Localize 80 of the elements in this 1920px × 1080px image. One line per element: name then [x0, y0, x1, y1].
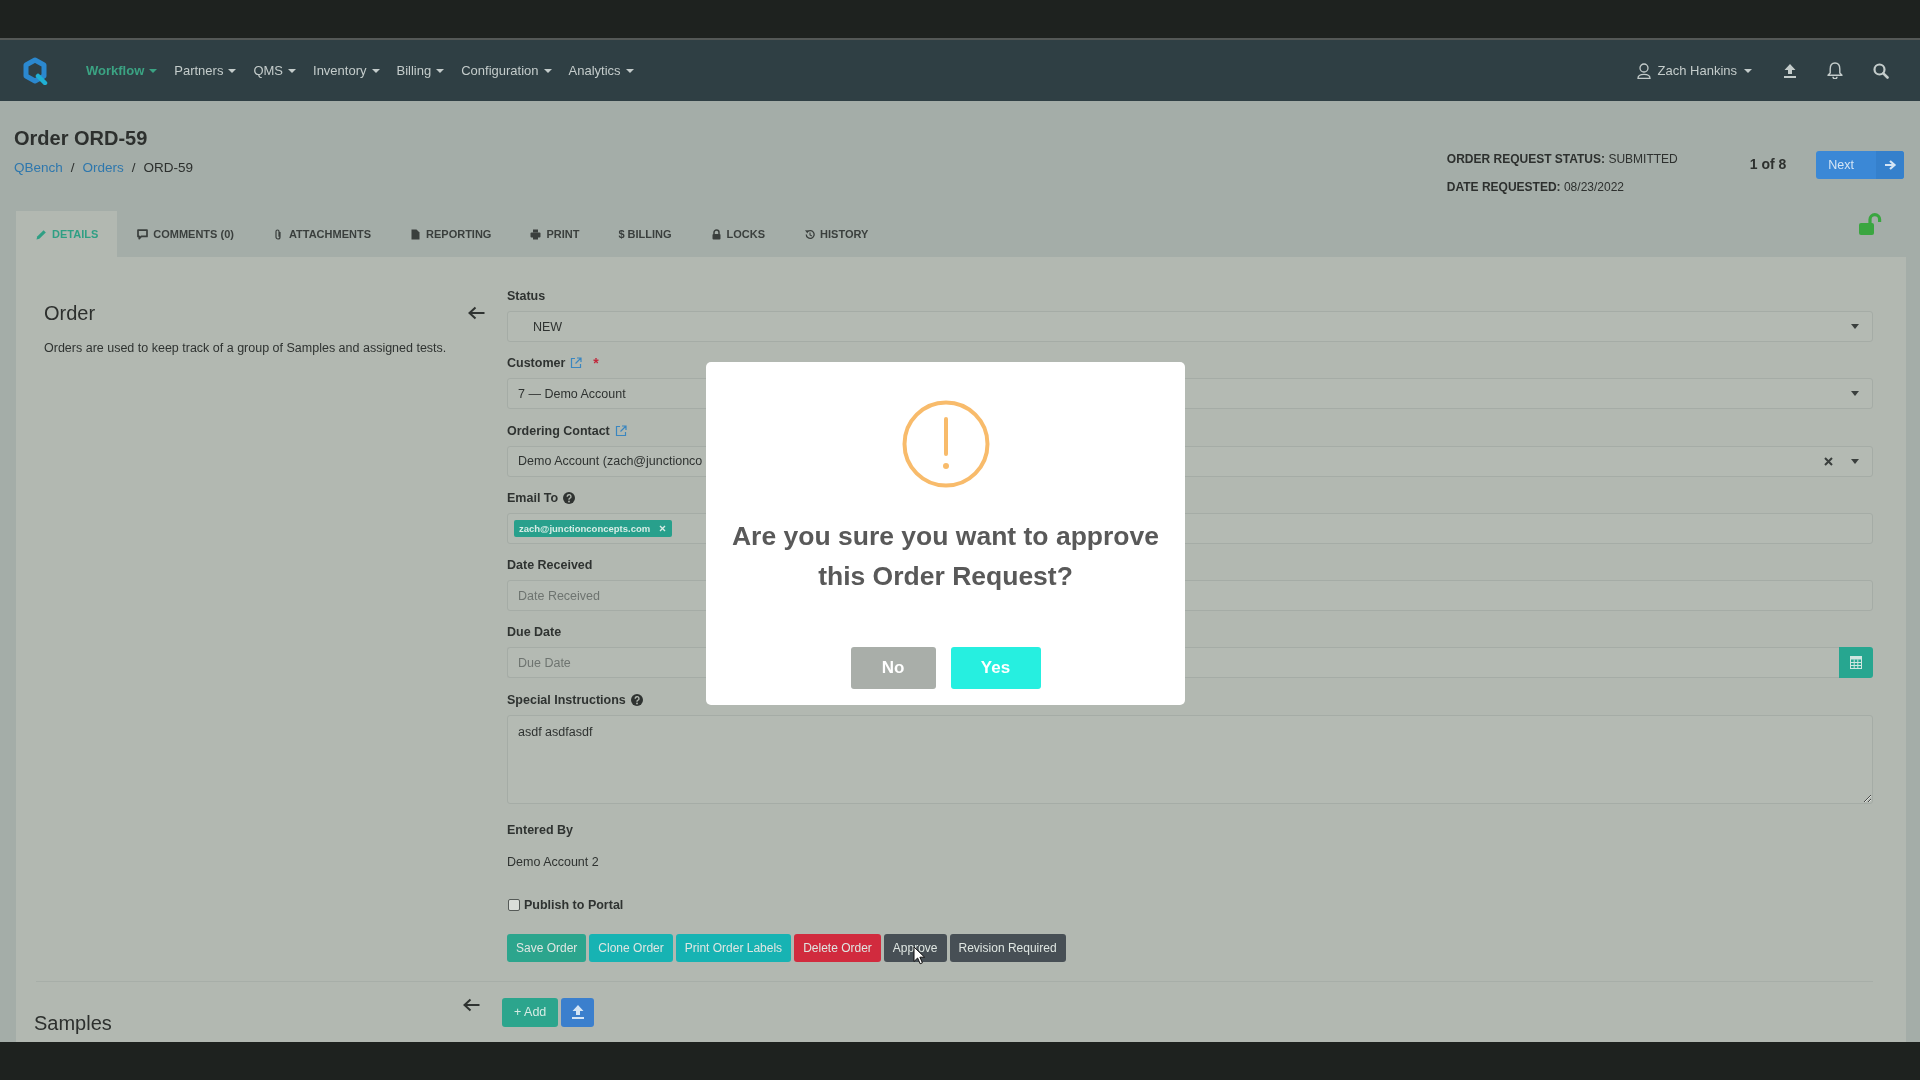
field-label: Customer: [507, 356, 566, 371]
tab[interactable]: LOCKS: [690, 211, 785, 257]
caret-icon: [1851, 324, 1859, 329]
printer-icon: [530, 228, 542, 240]
section-heading: Samples: [34, 1010, 112, 1036]
file-icon: [410, 228, 421, 240]
section-description: Orders are used to keep track of a group of Samples and assigned tests.: [44, 340, 448, 357]
tab[interactable]: ATTACHMENTS: [252, 211, 390, 257]
tab[interactable]: $ BILLING: [598, 211, 691, 257]
save-order-button[interactable]: Save Order: [507, 933, 587, 962]
field-label: Status: [507, 289, 546, 303]
nav-menu-item[interactable]: QMS: [253, 63, 297, 78]
search-icon[interactable]: [1873, 62, 1889, 79]
breadcrumb-separator: /: [131, 159, 136, 177]
breadcrumb-current: ORD-59: [143, 159, 194, 177]
arrow-left-icon[interactable]: [462, 997, 482, 1012]
field-label: Due Date: [507, 625, 562, 640]
user-menu[interactable]: Zach Hankins: [1636, 62, 1752, 79]
pencil-icon: [36, 228, 47, 240]
approve-button[interactable]: Approve: [883, 933, 947, 962]
nav-menu-item[interactable]: Workflow: [86, 63, 158, 78]
app-logo-icon[interactable]: [22, 56, 48, 85]
help-icon[interactable]: [630, 693, 643, 706]
bell-icon[interactable]: [1827, 62, 1843, 79]
field-label: Special Instructions: [507, 692, 626, 707]
caret-icon: [1744, 68, 1752, 73]
delete-order-button[interactable]: Delete Order: [794, 933, 881, 962]
nav-menu-item[interactable]: Inventory: [313, 63, 380, 78]
paperclip-icon: [272, 228, 284, 240]
select-field[interactable]: NEW: [507, 311, 1873, 342]
caret-icon: [288, 68, 297, 73]
caret-icon: [371, 68, 380, 73]
pager-count: 1 of 8: [1749, 155, 1787, 174]
field-label: Date Received: [507, 558, 593, 573]
calendar-icon: [1849, 656, 1862, 670]
nav-menu-item[interactable]: Configuration: [461, 63, 552, 78]
caret-icon: [436, 68, 445, 73]
tab[interactable]: COMMENTS (0): [117, 211, 253, 257]
tab[interactable]: HISTORY: [784, 211, 888, 257]
checkbox[interactable]: [508, 898, 520, 911]
warning-icon: [901, 400, 990, 488]
upload-icon: [571, 1005, 584, 1020]
entered-by-value: Demo Account 2: [507, 853, 599, 871]
caret-icon: [228, 68, 237, 73]
page-title: Order ORD-59: [14, 126, 149, 150]
help-icon[interactable]: [563, 491, 576, 504]
next-button[interactable]: Next: [1816, 151, 1904, 179]
field-label: Entered By: [507, 822, 573, 837]
caret-icon: [149, 68, 158, 73]
upload-button[interactable]: [561, 997, 595, 1027]
clear-icon[interactable]: [1824, 456, 1833, 466]
breadcrumb-separator: /: [70, 159, 75, 177]
tag-text: zach@junctionconcepts.com: [519, 522, 651, 534]
caret-icon: [1851, 391, 1859, 397]
revision-required-button[interactable]: Revision Required: [949, 933, 1066, 962]
field-label: Ordering Contact: [507, 423, 610, 438]
tab[interactable]: REPORTING: [390, 211, 511, 257]
history-icon: [804, 228, 816, 240]
tab[interactable]: PRINT: [510, 211, 599, 257]
arrow-left-icon[interactable]: [467, 306, 487, 320]
request-status-text: ORDER REQUEST STATUS: SUBMITTED: [1446, 151, 1678, 168]
add-button[interactable]: + Add: [502, 997, 559, 1027]
comment-icon: [137, 228, 149, 240]
remove-icon[interactable]: [659, 524, 667, 532]
caret-icon: [625, 68, 634, 73]
instructions-textarea[interactable]: asdf asdfasdf: [507, 714, 1873, 804]
caret-icon: [1851, 458, 1859, 464]
user-icon: [1636, 62, 1651, 79]
field-label: Email To: [507, 490, 559, 505]
required-mark: *: [593, 355, 599, 372]
upload-icon[interactable]: [1784, 63, 1796, 78]
nav-menu-item[interactable]: Billing: [396, 63, 445, 78]
arrow-right-icon: [1876, 151, 1904, 179]
nav-menu-item[interactable]: Partners: [174, 63, 237, 78]
date-requested-text: DATE REQUESTED: 08/23/2022: [1446, 179, 1625, 196]
padlock-icon: [710, 228, 722, 240]
section-heading: Order: [44, 301, 96, 326]
caret-icon: [543, 68, 552, 73]
nav-menu-item[interactable]: Analytics: [568, 63, 634, 78]
checkbox-label: Publish to Portal: [524, 897, 624, 912]
